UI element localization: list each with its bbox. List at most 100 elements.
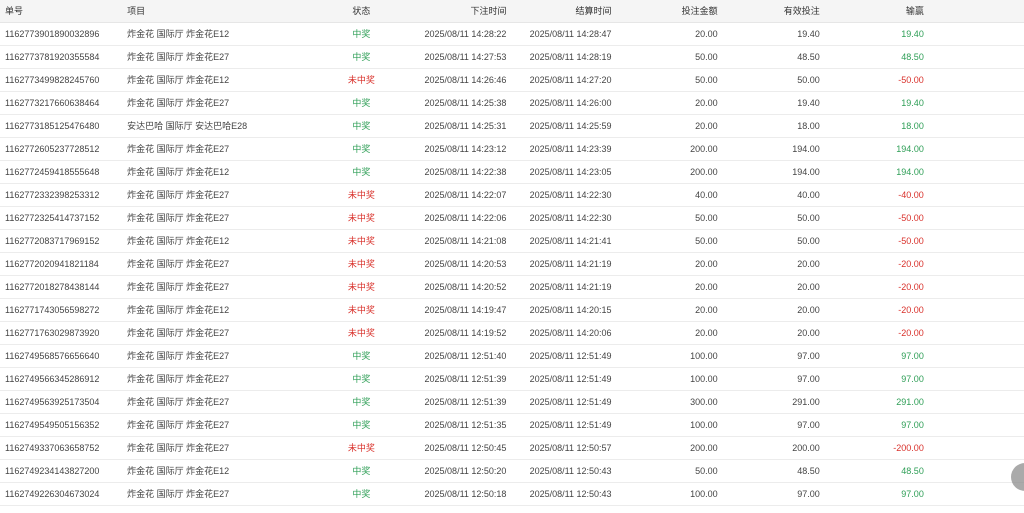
cell-rebate: 0.53: [923, 344, 1024, 368]
header-valid-bet[interactable]: 有效投注: [717, 0, 820, 23]
cell-status: 中奖: [317, 413, 406, 437]
table-row[interactable]: 1162772020941821184 炸金花 国际厅 炸金花E27 未中奖 2025…: [0, 252, 1024, 276]
cell-valid-bet: 50.00: [717, 229, 820, 253]
cell-rebate: 0.09: [923, 114, 1024, 138]
table-row[interactable]: 1162772332398253312 炸金花 国际厅 炸金花E27 未中奖 2025…: [0, 183, 1024, 207]
cell-id: 1162773499828245760: [0, 68, 124, 92]
table-row[interactable]: 1162749566345286912 炸金花 国际厅 炸金花E27 中奖 2025/…: [0, 367, 1024, 391]
cell-item: 炸金花 国际厅 炸金花E27: [123, 275, 318, 299]
cell-bet-time: 2025/08/11 14:27:53: [405, 45, 507, 69]
cell-item: 炸金花 国际厅 炸金花E27: [123, 367, 318, 391]
cell-valid-bet: 97.00: [717, 344, 820, 368]
cell-bet-time: 2025/08/11 14:25:31: [405, 114, 507, 138]
cell-status: 中奖: [317, 22, 406, 46]
cell-valid-bet: 19.40: [717, 22, 820, 46]
cell-item: 炸金花 国际厅 炸金花E27: [123, 45, 318, 69]
table-row[interactable]: 1162773781920355584 炸金花 国际厅 炸金花E27 中奖 2025/…: [0, 45, 1024, 69]
cell-id: 1162749337063658752: [0, 436, 124, 460]
header-status[interactable]: 状态: [317, 0, 406, 23]
header-item[interactable]: 项目: [123, 0, 318, 23]
cell-status: 中奖: [317, 45, 406, 69]
cell-rebate: 0.53: [923, 367, 1024, 391]
table-row[interactable]: 1162772083717969152 炸金花 国际厅 炸金花E12 未中奖 2025…: [0, 229, 1024, 253]
table-row[interactable]: 1162773901890032896 炸金花 国际厅 炸金花E12 中奖 2025/…: [0, 22, 1024, 46]
header-bet-time[interactable]: 下注时间: [405, 0, 507, 23]
cell-bet-amount: 100.00: [611, 482, 718, 506]
table-row[interactable]: 1162749226304673024 炸金花 国际厅 炸金花E27 中奖 2025/…: [0, 482, 1024, 506]
table-row[interactable]: 1162772018278438144 炸金花 国际厅 炸金花E27 未中奖 2025…: [0, 275, 1024, 299]
cell-settle-time: 2025/08/11 14:21:41: [506, 229, 612, 253]
cell-bet-amount: 20.00: [611, 91, 718, 115]
cell-settle-time: 2025/08/11 14:25:59: [506, 114, 612, 138]
cell-bet-amount: 300.00: [611, 390, 718, 414]
cell-valid-bet: 40.00: [717, 183, 820, 207]
table-row[interactable]: 1162749568576656640 炸金花 国际厅 炸金花E27 中奖 2025/…: [0, 344, 1024, 368]
header-row: 单号 项目 状态 下注时间 结算时间 投注金额 有效投注 输赢 返水: [0, 0, 1024, 23]
cell-rebate: 0.11: [923, 275, 1024, 299]
table-row[interactable]: 1162749234143827200 炸金花 国际厅 炸金花E12 中奖 2025/…: [0, 459, 1024, 483]
cell-status: 未中奖: [317, 183, 406, 207]
cell-rebate: 1.60: [923, 390, 1024, 414]
cell-rebate: 0.11: [923, 252, 1024, 276]
header-settle-time[interactable]: 结算时间: [506, 0, 612, 23]
cell-rebate: 0.53: [923, 482, 1024, 506]
cell-settle-time: 2025/08/11 14:22:30: [506, 206, 612, 230]
cell-id: 1162773217660638464: [0, 91, 124, 115]
cell-status: 中奖: [317, 344, 406, 368]
cell-bet-time: 2025/08/11 14:22:06: [405, 206, 507, 230]
table-row[interactable]: 1162749549505156352 炸金花 国际厅 炸金花E27 中奖 2025/…: [0, 413, 1024, 437]
cell-bet-time: 2025/08/11 14:20:52: [405, 275, 507, 299]
table-row[interactable]: 1162749563925173504 炸金花 国际厅 炸金花E27 中奖 2025/…: [0, 390, 1024, 414]
cell-settle-time: 2025/08/11 12:50:43: [506, 459, 612, 483]
table-row[interactable]: 1162773499828245760 炸金花 国际厅 炸金花E12 未中奖 2025…: [0, 68, 1024, 92]
cell-bet-amount: 200.00: [611, 436, 718, 460]
cell-item: 炸金花 国际厅 炸金花E27: [123, 413, 318, 437]
table-row[interactable]: 1162772459418555648 炸金花 国际厅 炸金花E12 中奖 2025/…: [0, 160, 1024, 184]
table-row[interactable]: 1162771763029873920 炸金花 国际厅 炸金花E27 未中奖 2025…: [0, 321, 1024, 345]
cell-settle-time: 2025/08/11 14:28:47: [506, 22, 612, 46]
table-row[interactable]: 1162772605237728512 炸金花 国际厅 炸金花E27 中奖 2025/…: [0, 137, 1024, 161]
cell-valid-bet: 194.00: [717, 137, 820, 161]
table-row[interactable]: 1162771743056598272 炸金花 国际厅 炸金花E12 未中奖 2025…: [0, 298, 1024, 322]
cell-item: 炸金花 国际厅 炸金花E27: [123, 321, 318, 345]
cell-bet-time: 2025/08/11 12:50:45: [405, 436, 507, 460]
cell-valid-bet: 97.00: [717, 413, 820, 437]
cell-win-loss: -50.00: [819, 229, 924, 253]
table-row[interactable]: 1162773185125476480 安达巴哈 国际厅 安达巴哈E28 中奖 202…: [0, 114, 1024, 138]
cell-bet-amount: 200.00: [611, 137, 718, 161]
cell-bet-time: 2025/08/11 12:51:40: [405, 344, 507, 368]
cell-settle-time: 2025/08/11 12:51:49: [506, 413, 612, 437]
cell-valid-bet: 97.00: [717, 367, 820, 391]
cell-win-loss: -50.00: [819, 68, 924, 92]
table-row[interactable]: 1162773217660638464 炸金花 国际厅 炸金花E27 中奖 2025/…: [0, 91, 1024, 115]
table-row[interactable]: 1162772325414737152 炸金花 国际厅 炸金花E27 未中奖 2025…: [0, 206, 1024, 230]
cell-id: 1162749234143827200: [0, 459, 124, 483]
cell-settle-time: 2025/08/11 12:50:57: [506, 436, 612, 460]
table-row[interactable]: 1162749337063658752 炸金花 国际厅 炸金花E27 未中奖 2025…: [0, 436, 1024, 460]
cell-settle-time: 2025/08/11 14:21:19: [506, 252, 612, 276]
cell-item: 炸金花 国际厅 炸金花E12: [123, 160, 318, 184]
header-win-loss[interactable]: 输赢: [819, 0, 924, 23]
cell-item: 炸金花 国际厅 炸金花E12: [123, 229, 318, 253]
cell-win-loss: 194.00: [819, 160, 924, 184]
cell-rebate: 1.06: [923, 160, 1024, 184]
cell-item: 炸金花 国际厅 炸金花E12: [123, 22, 318, 46]
cell-win-loss: 97.00: [819, 367, 924, 391]
cell-win-loss: -20.00: [819, 321, 924, 345]
cell-id: 1162772332398253312: [0, 183, 124, 207]
cell-bet-time: 2025/08/11 14:28:22: [405, 22, 507, 46]
cell-status: 中奖: [317, 367, 406, 391]
cell-rebate: 0.26: [923, 459, 1024, 483]
cell-bet-amount: 20.00: [611, 275, 718, 299]
cell-id: 1162771743056598272: [0, 298, 124, 322]
cell-win-loss: -40.00: [819, 183, 924, 207]
header-rebate[interactable]: 返水: [923, 0, 1024, 23]
header-bet-amount[interactable]: 投注金额: [611, 0, 718, 23]
cell-id: 1162773185125476480: [0, 114, 124, 138]
cell-status: 未中奖: [317, 321, 406, 345]
cell-id: 1162772459418555648: [0, 160, 124, 184]
cell-id: 1162749549505156352: [0, 413, 124, 437]
cell-settle-time: 2025/08/11 14:22:30: [506, 183, 612, 207]
cell-win-loss: -20.00: [819, 275, 924, 299]
header-id[interactable]: 单号: [0, 0, 124, 23]
